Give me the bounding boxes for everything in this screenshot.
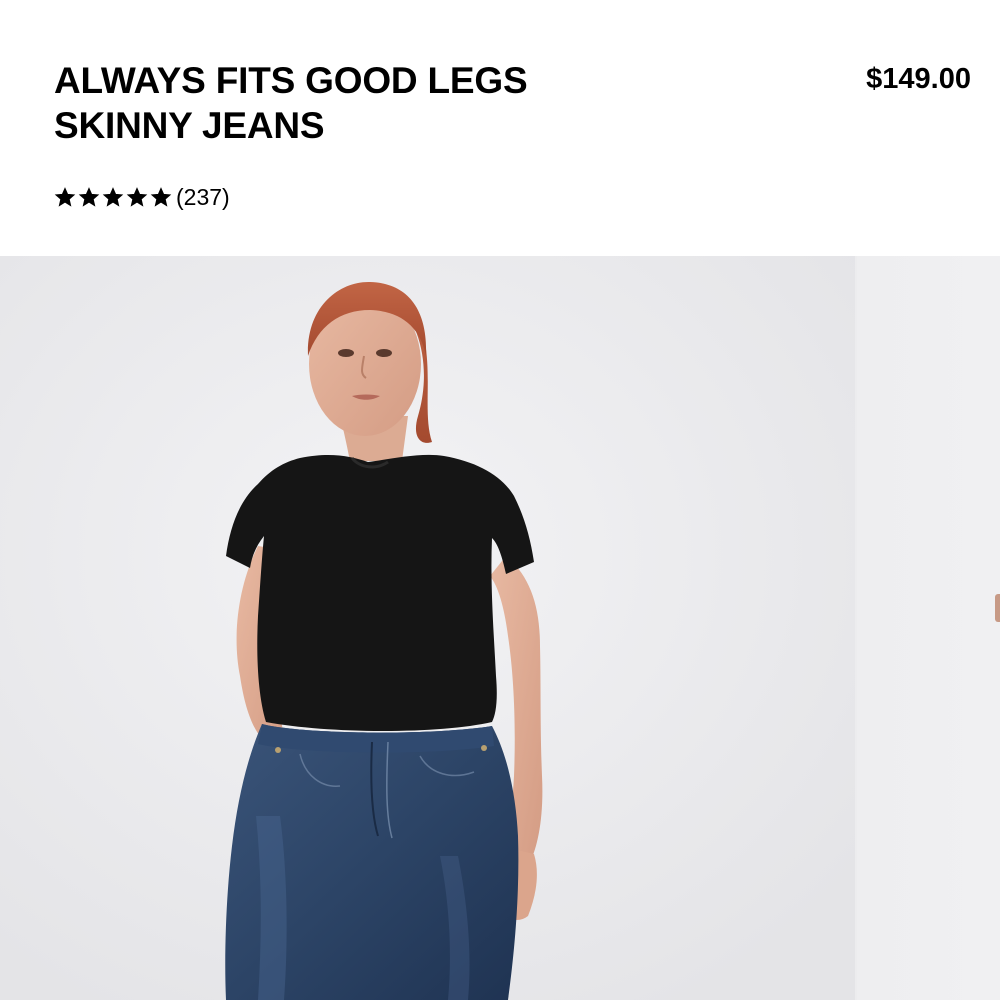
product-page: ALWAYS FITS GOOD LEGS SKINNY JEANS $149.… (0, 0, 1000, 1000)
product-image-main[interactable] (0, 256, 855, 1000)
product-image-next[interactable] (857, 256, 1000, 1000)
model-photo (0, 256, 855, 1000)
star-icon (126, 186, 148, 208)
product-title-line-1: ALWAYS FITS GOOD LEGS (54, 60, 528, 101)
product-header: ALWAYS FITS GOOD LEGS SKINNY JEANS $149.… (0, 0, 1000, 256)
star-icon (78, 186, 100, 208)
review-count-link[interactable]: (237) (176, 182, 230, 212)
rating-stars (54, 186, 172, 208)
product-image-carousel[interactable] (0, 256, 1000, 1000)
product-title: ALWAYS FITS GOOD LEGS SKINNY JEANS (54, 58, 694, 148)
product-title-line-2: SKINNY JEANS (54, 105, 325, 146)
star-icon (150, 186, 172, 208)
star-icon (54, 186, 76, 208)
next-image-peek (995, 594, 1000, 622)
star-icon (102, 186, 124, 208)
product-rating[interactable]: (237) (54, 182, 230, 212)
product-price: $149.00 (866, 63, 971, 95)
